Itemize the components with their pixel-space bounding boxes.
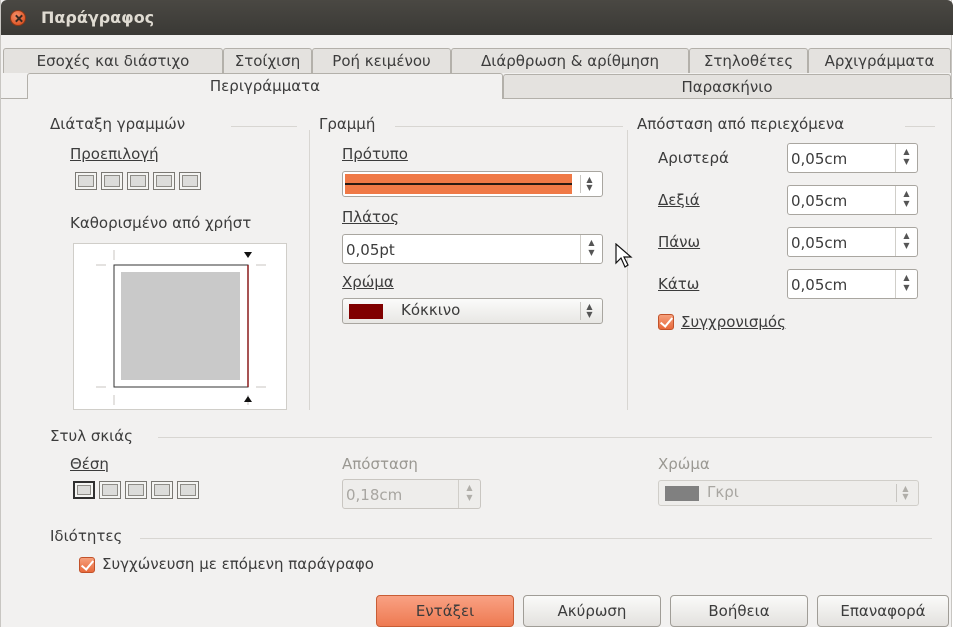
shadow-distance-spinbox[interactable]: 0,18cm ▲ ▼ xyxy=(342,479,481,509)
preset-box-shadow[interactable] xyxy=(127,172,149,190)
tab-text-flow[interactable]: Ροή κειμένου xyxy=(312,48,451,73)
cancel-button[interactable]: Ακύρωση xyxy=(523,595,661,627)
top-label: Πάνω xyxy=(658,233,701,251)
close-icon[interactable] xyxy=(10,10,26,26)
line-color-label: Χρώμα xyxy=(342,273,394,291)
spin-arrows-icon[interactable]: ▲ ▼ xyxy=(895,270,917,298)
properties-title: Ιδιότητες xyxy=(50,527,123,545)
spin-arrows-icon: ▲ ▼ xyxy=(580,175,598,193)
merge-label: Συγχώνευση με επόμενη παράγραφο xyxy=(102,555,374,573)
separator xyxy=(395,126,623,127)
line-title: Γραμμή xyxy=(319,115,376,133)
shadow-color-select[interactable]: Γκρι ▲ ▼ xyxy=(658,480,919,506)
separator xyxy=(140,538,932,539)
separator xyxy=(309,130,310,410)
shadow-color-label: Χρώμα xyxy=(658,455,710,473)
separator xyxy=(158,437,932,438)
bottom-spacing-value: 0,05cm xyxy=(791,276,848,294)
line-color-value: Κόκκινο xyxy=(401,301,461,319)
shadow-top-left[interactable] xyxy=(177,481,199,499)
tab-borders[interactable]: Περιγράμματα xyxy=(27,73,503,99)
tab-tabs[interactable]: Στηλοθέτες xyxy=(689,48,808,73)
spacing-title: Απόσταση από περιεχόμενα xyxy=(637,115,845,133)
separator xyxy=(627,130,628,410)
reset-button[interactable]: Επαναφορά xyxy=(817,595,949,627)
tab-background[interactable]: Παρασκήνιο xyxy=(503,74,951,99)
merge-checkbox[interactable] xyxy=(79,557,95,573)
spin-arrows-icon: ▲ ▼ xyxy=(896,484,914,502)
shadow-position-label: Θέση xyxy=(70,455,109,473)
spin-arrows-icon[interactable]: ▲ ▼ xyxy=(895,186,917,214)
left-label: Αριστερά xyxy=(658,149,729,167)
line-style-select[interactable]: ▲ ▼ xyxy=(342,171,603,197)
right-label: Δεξιά xyxy=(658,191,700,209)
left-spacing-value: 0,05cm xyxy=(791,150,848,168)
preset-box[interactable] xyxy=(101,172,123,190)
sync-checkbox[interactable] xyxy=(658,314,674,330)
tab-alignment[interactable]: Στοίχιση xyxy=(223,48,312,73)
user-defined-label: Καθορισμένο από χρήστ xyxy=(70,214,252,232)
user-defined-border-preview[interactable] xyxy=(73,243,287,410)
ok-button[interactable]: Εντάξει xyxy=(376,595,514,627)
right-spacing-spinbox[interactable]: 0,05cm ▲ ▼ xyxy=(787,185,918,215)
paragraph-dialog: Παράγραφος Εσοχές και διάστιχο Στοίχιση … xyxy=(0,0,953,627)
top-spacing-spinbox[interactable]: 0,05cm ▲ ▼ xyxy=(787,227,918,257)
preset-left-right[interactable] xyxy=(153,172,175,190)
bottom-spacing-spinbox[interactable]: 0,05cm ▲ ▼ xyxy=(787,269,918,299)
line-width-label: Πλάτος xyxy=(342,208,400,226)
shadow-top-right[interactable] xyxy=(125,481,147,499)
line-style-label: Πρότυπο xyxy=(342,145,408,163)
sync-label: Συγχρονισμός xyxy=(681,313,786,331)
line-color-select[interactable]: Κόκκινο ▲ ▼ xyxy=(342,298,603,324)
line-width-value: 0,05pt xyxy=(346,241,395,259)
line-arrangement-title: Διάταξη γραμμών xyxy=(50,115,186,133)
separator xyxy=(905,126,935,127)
color-swatch xyxy=(349,304,383,319)
default-label: Προεπιλογή xyxy=(70,145,159,163)
preset-none[interactable] xyxy=(75,172,97,190)
tab-indents-spacing[interactable]: Εσοχές και διάστιχο xyxy=(3,48,223,73)
shadow-distance-label: Απόσταση xyxy=(342,455,418,473)
left-spacing-spinbox[interactable]: 0,05cm ▲ ▼ xyxy=(787,143,918,173)
line-style-preview xyxy=(345,174,572,194)
default-presets xyxy=(75,172,201,190)
top-spacing-value: 0,05cm xyxy=(791,234,848,252)
mouse-cursor-icon xyxy=(615,243,633,268)
separator xyxy=(231,126,297,127)
spin-arrows-icon[interactable]: ▲ ▼ xyxy=(895,228,917,256)
shadow-bottom-left[interactable] xyxy=(151,481,173,499)
help-button[interactable]: Βοήθεια xyxy=(670,595,808,627)
preset-top-bottom[interactable] xyxy=(179,172,201,190)
tab-outline-numbering[interactable]: Διάρθρωση & αρίθμηση xyxy=(451,48,689,73)
shadow-distance-value: 0,18cm xyxy=(346,486,403,504)
shadow-bottom-right[interactable] xyxy=(99,481,121,499)
tab-drop-caps[interactable]: Αρχιγράμματα xyxy=(808,48,951,73)
color-swatch xyxy=(665,486,699,501)
spin-arrows-icon: ▲ ▼ xyxy=(580,302,598,320)
shadow-none[interactable] xyxy=(73,481,95,499)
shadow-positions xyxy=(73,481,199,499)
bottom-label: Κάτω xyxy=(658,275,700,293)
spin-arrows-icon[interactable]: ▲ ▼ xyxy=(580,235,602,263)
title-bar[interactable]: Παράγραφος xyxy=(1,0,953,35)
border-preview-graphic xyxy=(96,250,266,405)
shadow-style-title: Στυλ σκιάς xyxy=(50,427,133,445)
spin-arrows-icon[interactable]: ▲ ▼ xyxy=(458,480,480,508)
spin-arrows-icon[interactable]: ▲ ▼ xyxy=(895,144,917,172)
window-title: Παράγραφος xyxy=(41,8,155,27)
line-width-spinbox[interactable]: 0,05pt ▲ ▼ xyxy=(342,234,603,264)
shadow-color-value: Γκρι xyxy=(707,483,739,501)
right-spacing-value: 0,05cm xyxy=(791,192,848,210)
